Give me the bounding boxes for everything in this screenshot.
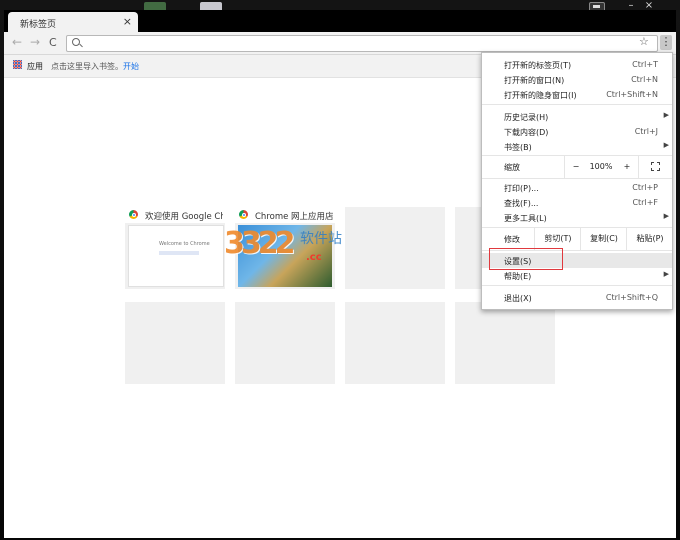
zoom-label: 缩放 [504,163,520,172]
submenu-arrow-icon: ▶ [663,270,669,278]
menu-edit-row: 修改 剪切(T) 复制(C) 粘贴(P) [482,228,672,250]
fullscreen-icon [650,161,661,172]
zoom-value: 100% [589,162,613,171]
menu-item-history[interactable]: 历史记录(H) ▶ [482,109,672,124]
forward-arrow-icon[interactable]: → [30,35,40,49]
bookmarks-hint: 点击这里导入书签。 [51,62,123,71]
watermark-number: 3322 [224,226,295,261]
webstore-icon [239,210,248,219]
menu-item-more-tools[interactable]: 更多工具(L) ▶ [482,210,672,225]
settings-highlight-box [489,248,563,270]
menu-item-new-window[interactable]: 打开新的窗口(N) Ctrl+N [482,72,672,87]
cut-button[interactable]: 剪切(T) [534,228,581,250]
menu-label: 查找(F)... [504,199,539,208]
thumbnail-bar [159,251,199,255]
tab-new-tab[interactable]: 新标签页 × [8,12,138,32]
menu-shortcut: Ctrl+P [632,183,658,192]
tile-title: 欢迎使用 Google Chrome [145,212,223,222]
fullscreen-button[interactable] [638,156,673,178]
address-bar[interactable] [66,35,658,52]
chrome-main-menu: 打开新的标签页(T) Ctrl+T 打开新的窗口(N) Ctrl+N 打开新的隐… [481,52,673,310]
menu-label: 下载内容(D) [504,128,549,137]
thumbnail-text: Welcome to Chrome [159,241,210,247]
bookmark-star-icon[interactable]: ☆ [639,35,649,48]
start-import-link[interactable]: 开始 [123,61,139,72]
submenu-arrow-icon: ▶ [663,111,669,119]
menu-shortcut: Ctrl+F [632,198,658,207]
apps-grid-icon[interactable] [13,60,22,69]
watermark-logo: 3322 软件站 .cc [210,222,350,282]
menu-item-find[interactable]: 查找(F)... Ctrl+F [482,195,672,210]
menu-separator [482,178,672,179]
menu-shortcut: Ctrl+Shift+Q [605,293,658,302]
menu-label: 书签(B) [504,143,532,152]
submenu-arrow-icon: ▶ [663,141,669,149]
copy-button[interactable]: 复制(C) [580,228,627,250]
menu-label: 帮助(E) [504,272,532,281]
menu-item-downloads[interactable]: 下载内容(D) Ctrl+J [482,124,672,139]
reload-icon[interactable]: C [49,36,57,49]
empty-tile [125,302,225,384]
menu-label: 更多工具(L) [504,214,547,223]
tile-title: Chrome 网上应用店 [255,212,333,222]
menu-label: 打开新的窗口(N) [504,76,565,85]
zoom-in-button[interactable]: + [616,156,638,178]
tab-close-icon[interactable]: × [123,15,132,28]
menu-label: 历史记录(H) [504,113,549,122]
tab-title: 新标签页 [20,20,57,30]
empty-tile [345,302,445,384]
menu-shortcut: Ctrl+N [631,75,658,84]
edit-label: 修改 [504,235,520,244]
menu-label: 打印(P)... [504,184,539,193]
menu-shortcut: Ctrl+J [634,127,658,136]
empty-tile [235,302,335,384]
menu-zoom-row: 缩放 − 100% + [482,156,672,178]
menu-separator [482,285,672,286]
menu-item-bookmarks[interactable]: 书签(B) ▶ [482,139,672,154]
menu-item-new-tab[interactable]: 打开新的标签页(T) Ctrl+T [482,57,672,72]
empty-tile [345,207,445,289]
menu-label: 打开新的隐身窗口(I) [504,91,577,100]
apps-link[interactable]: 应用 [27,61,43,72]
menu-kebab-icon[interactable]: ⋮ [660,35,672,50]
menu-separator [482,104,672,105]
menu-item-print[interactable]: 打印(P)... Ctrl+P [482,180,672,195]
watermark-text: 软件站 [300,231,342,247]
menu-label: 打开新的标签页(T) [504,61,572,70]
zoom-out-button[interactable]: − [564,156,587,178]
submenu-arrow-icon: ▶ [663,212,669,220]
menu-shortcut: Ctrl+T [632,60,658,69]
empty-tile [455,302,555,384]
chrome-icon [129,210,138,219]
paste-button[interactable]: 粘贴(P) [626,228,673,250]
menu-item-incognito[interactable]: 打开新的隐身窗口(I) Ctrl+Shift+N [482,87,672,102]
search-icon [72,38,80,46]
menu-item-exit[interactable]: 退出(X) Ctrl+Shift+Q [482,290,672,305]
menu-label: 退出(X) [504,294,532,303]
menu-item-help[interactable]: 帮助(E) ▶ [482,268,672,283]
menu-shortcut: Ctrl+Shift+N [606,90,658,99]
back-arrow-icon[interactable]: ← [12,35,22,49]
tab-strip: 新标签页 × [4,10,676,32]
watermark-domain: .cc [306,252,322,263]
